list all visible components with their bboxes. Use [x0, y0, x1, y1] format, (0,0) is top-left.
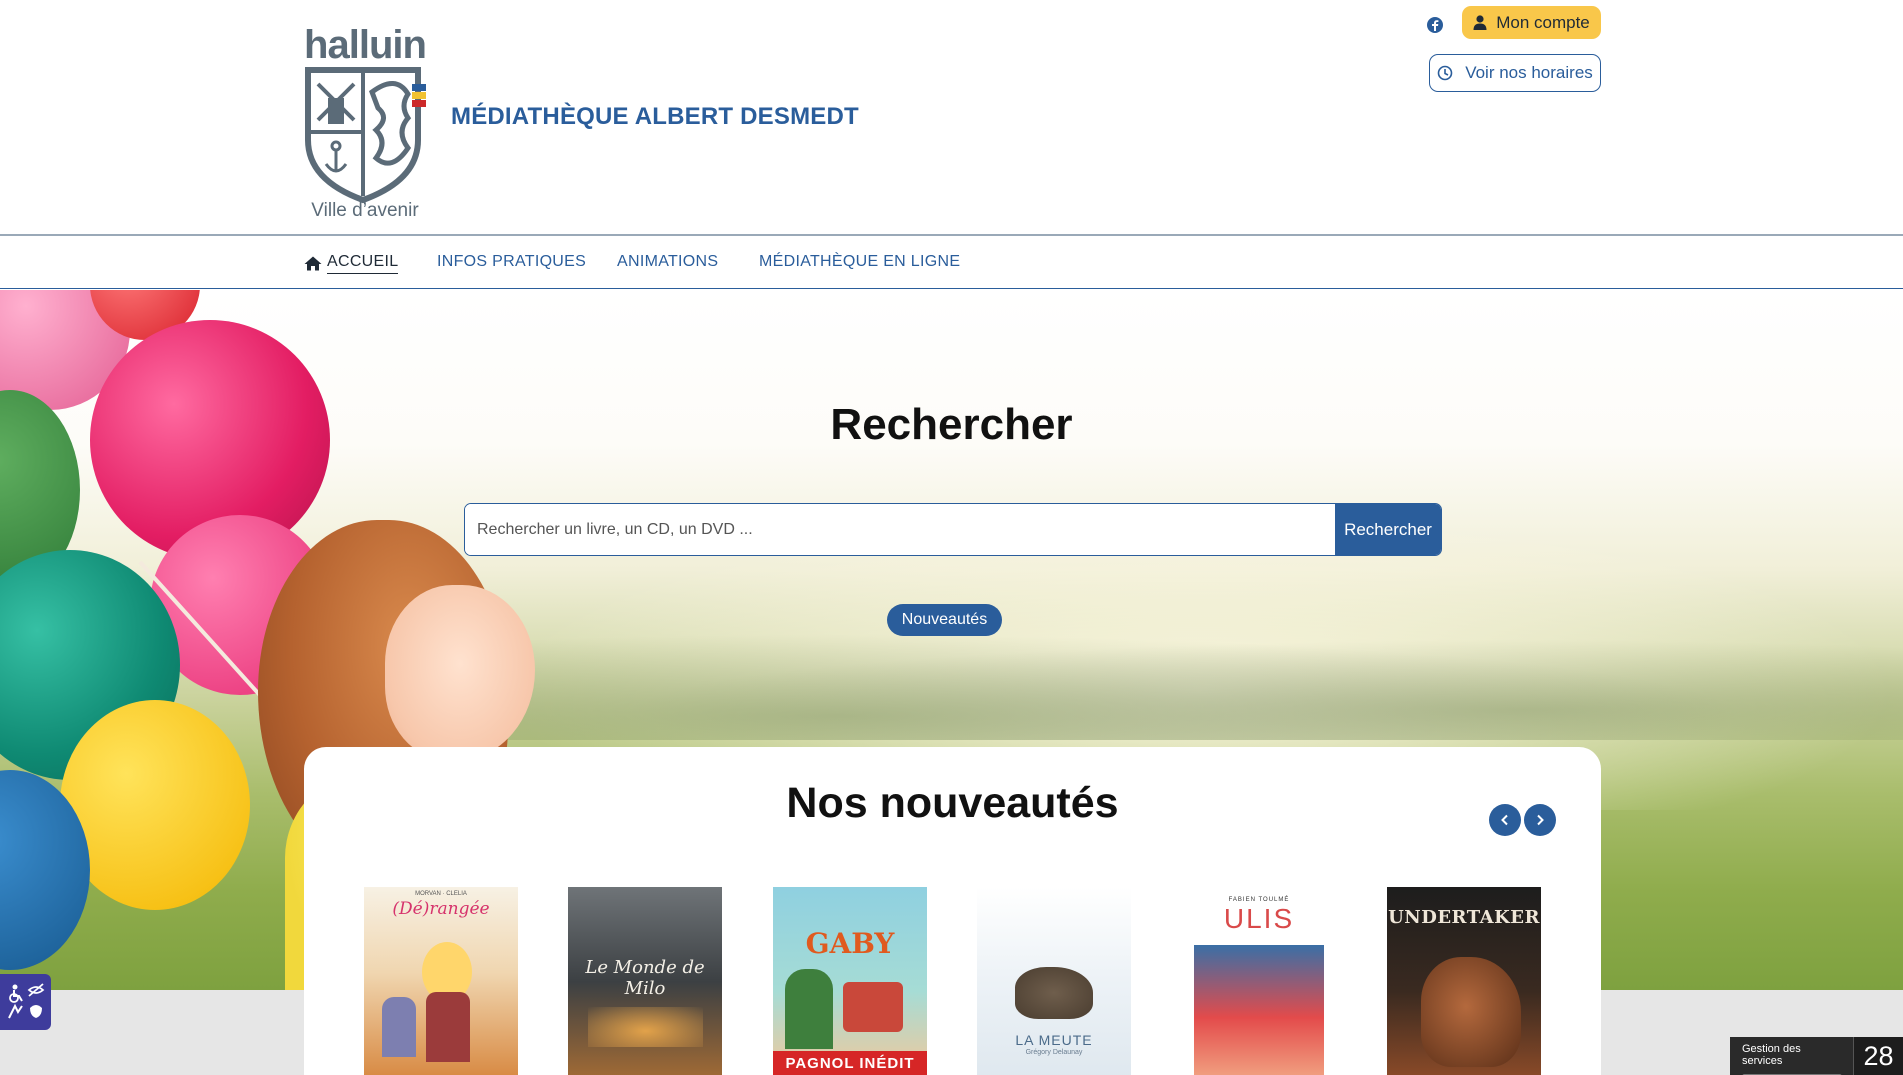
logo-wordmark: halluin [304, 23, 427, 67]
cover-illustration [382, 997, 416, 1057]
cover-illustration [588, 1007, 703, 1047]
cover-illustration [426, 992, 470, 1062]
nav-label-online: MÉDIATHÈQUE EN LIGNE [759, 253, 961, 270]
book-cover[interactable]: LA MEUTE Grégory Delaunay [977, 887, 1131, 1075]
book-cover[interactable]: Le Monde de Milo [568, 887, 722, 1075]
nav-item-animations[interactable]: ANIMATIONS [617, 253, 718, 271]
account-button[interactable]: Mon compte [1462, 6, 1601, 39]
new-releases-pill[interactable]: Nouveautés [887, 604, 1002, 636]
cookie-label-text: Gestion des services [1742, 1043, 1801, 1067]
book-cover[interactable]: FABIEN TOULMÉ ULIS [1182, 887, 1336, 1075]
facebook-icon[interactable] [1426, 16, 1444, 34]
logo-tagline: Ville d’avenir [311, 200, 419, 221]
cover-illustration [1194, 945, 1324, 1075]
nav-item-mediatheque-en-ligne[interactable]: MÉDIATHÈQUE EN LIGNE [759, 253, 960, 271]
site-title[interactable]: MÉDIATHÈQUE ALBERT DESMEDT [451, 103, 859, 131]
search-title: Rechercher [830, 400, 1073, 449]
search-button[interactable]: Rechercher [1335, 504, 1441, 555]
clock-icon [1437, 65, 1453, 81]
main-nav: ACCUEIL INFOS PRATIQUES ANIMATIONS MÉDIA… [0, 237, 1903, 289]
account-label: Mon compte [1496, 12, 1590, 32]
home-icon [304, 256, 322, 271]
hero-treeline [380, 620, 1903, 740]
nav-item-home[interactable]: ACCUEIL [304, 253, 399, 274]
cover-illustration [1421, 957, 1521, 1067]
cover-illustration [1015, 967, 1093, 1019]
user-icon [1473, 15, 1487, 30]
cover-illustration [785, 969, 833, 1049]
cookie-manager-bar[interactable]: Gestion des services 28 [1730, 1037, 1903, 1075]
chevron-left-icon [1501, 814, 1508, 826]
nav-item-infos-pratiques[interactable]: INFOS PRATIQUES [437, 253, 586, 271]
cookie-manager-label: Gestion des services [1730, 1037, 1853, 1075]
cookie-count: 28 [1853, 1037, 1903, 1075]
cover-illustration [843, 982, 903, 1032]
accessibility-widget[interactable] [0, 974, 51, 1030]
nav-label-animations: ANIMATIONS [617, 253, 719, 270]
search-bar: Rechercher [464, 503, 1442, 556]
book-cover[interactable]: UNDERTAKER [1387, 887, 1541, 1075]
search-input[interactable] [465, 504, 1335, 555]
new-releases-card: Nos nouveautés MORVAN · CLELIA (Dé)rangé… [304, 747, 1601, 1075]
carousel-prev-button[interactable] [1489, 804, 1521, 836]
book-cover[interactable]: MORVAN · CLELIA (Dé)rangée [364, 887, 518, 1075]
cover-banner: PAGNOL INÉDIT [773, 1051, 927, 1075]
site-header: halluin Ville d’avenir MÉDIATHÈQUE ALBER… [0, 0, 1903, 236]
chevron-right-icon [1537, 814, 1544, 826]
opening-hours-button[interactable]: Voir nos horaires [1429, 54, 1601, 92]
carousel-next-button[interactable] [1524, 804, 1556, 836]
accessibility-icon [7, 983, 44, 1019]
hours-label: Voir nos horaires [1465, 63, 1593, 82]
nav-label-infos: INFOS PRATIQUES [437, 253, 587, 270]
book-cover[interactable]: GABY PAGNOL INÉDIT [773, 887, 927, 1075]
new-releases-title: Nos nouveautés [786, 779, 1119, 827]
nav-label-home: ACCUEIL [327, 253, 399, 274]
